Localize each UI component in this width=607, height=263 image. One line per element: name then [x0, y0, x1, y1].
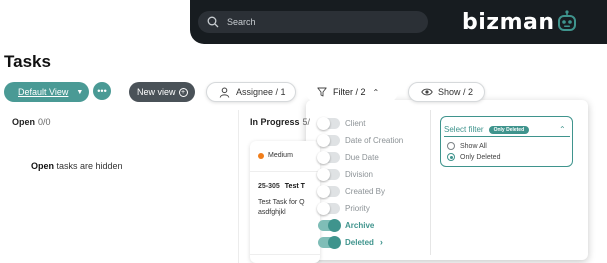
new-view-label: New view [137, 87, 176, 97]
select-filter-box: Select filter Only Deleted ⌃ Show All On… [440, 116, 573, 167]
filter-toggle-client[interactable]: Client [317, 116, 366, 130]
logo-text: bizman [462, 9, 555, 35]
filter-toggle-due-date[interactable]: Due Date [317, 150, 379, 164]
filter-toggle-created-by[interactable]: Created By [317, 184, 386, 198]
toggle-switch[interactable] [317, 201, 340, 215]
view-options-button[interactable]: ••• [93, 82, 111, 100]
filter-toggle-deleted[interactable]: Deleted › [318, 235, 383, 249]
select-underline [444, 136, 570, 137]
task-name: Test T [284, 183, 305, 190]
filter-item-label: Date of Creation [345, 135, 404, 145]
filter-item-label: Client [345, 118, 366, 128]
filter-toggle-archive[interactable]: Archive [318, 218, 375, 232]
filter-item-label: Archive [345, 220, 375, 230]
app-root: bizman Tasks Default View ▼ ••• New view… [0, 0, 607, 263]
radio-only-deleted[interactable]: Only Deleted [447, 153, 500, 161]
column-title: Open [12, 117, 36, 127]
filter-item-label: Priority [345, 203, 370, 213]
radio-label: Show All [460, 142, 487, 150]
task-code: 25-305 [258, 183, 280, 190]
filter-panel-divider [430, 110, 431, 255]
robot-icon [557, 10, 576, 31]
toggle-switch[interactable] [318, 218, 341, 232]
radio-label: Only Deleted [460, 153, 501, 161]
select-filter-label: Select filter [444, 125, 484, 134]
search-input[interactable] [227, 17, 407, 27]
chevron-up-icon: ⌃ [372, 87, 380, 97]
eye-icon [421, 88, 433, 96]
funnel-icon [317, 87, 327, 97]
chevron-up-icon[interactable]: ⌃ [559, 125, 566, 134]
filter-toggle-division[interactable]: Division [317, 167, 374, 181]
filter-item-label: Deleted [345, 237, 374, 247]
search-bar[interactable] [198, 11, 428, 33]
filter-label: Filter / 2 [333, 87, 366, 97]
toggle-switch[interactable] [318, 235, 341, 249]
filter-item-label: Due Date [345, 152, 379, 162]
hidden-status-name: Open [31, 161, 55, 171]
hidden-message-text: tasks are hidden [54, 161, 123, 171]
filter-item-label: Division [345, 169, 374, 179]
divider [250, 254, 320, 255]
task-card[interactable]: Medium 25-305 Test T Test Task for Q asdf… [250, 141, 320, 263]
more-icon: ••• [97, 86, 107, 96]
toggle-switch[interactable] [317, 184, 340, 198]
task-description: Test Task for Q asdfghjkl [258, 198, 305, 218]
divider [250, 171, 320, 172]
default-view-label: Default View [18, 87, 69, 97]
radio-button[interactable] [447, 153, 455, 161]
show-label: Show / 2 [438, 87, 474, 97]
column-header-open: Open 0/0 [12, 117, 51, 127]
assignee-label: Assignee / 1 [236, 87, 286, 97]
radio-button[interactable] [447, 142, 455, 150]
default-view-dropdown[interactable]: Default View ▼ [4, 82, 89, 102]
toggle-switch[interactable] [317, 167, 340, 181]
filter-toggle-date-of-creation[interactable]: Date of Creation [317, 133, 404, 147]
hidden-tasks-message: Open tasks are hidden [31, 161, 123, 171]
page-title: Tasks [4, 52, 51, 71]
filter-item-label: Created By [345, 186, 386, 196]
column-header-in-progress: In Progress 5/ [250, 117, 310, 127]
assignee-filter-button[interactable]: Assignee / 1 [206, 82, 296, 102]
toggle-switch[interactable] [317, 133, 340, 147]
select-filter-dropdown[interactable]: Select filter Only Deleted [444, 125, 530, 134]
brand-logo[interactable]: bizman [462, 8, 578, 36]
toggle-switch[interactable] [317, 150, 340, 164]
priority-dot-icon [258, 152, 264, 159]
column-count: 0/0 [38, 117, 51, 127]
search-icon [207, 16, 219, 28]
column-count: 5/ [302, 117, 311, 127]
filter-toggle-priority[interactable]: Priority [317, 201, 370, 215]
plus-icon: + [178, 87, 188, 97]
column-title: In Progress [250, 117, 300, 127]
selected-filter-badge: Only Deleted [488, 125, 530, 134]
column-divider [238, 110, 239, 263]
chevron-right-icon[interactable]: › [380, 237, 383, 247]
chevron-down-icon: ▼ [76, 88, 84, 96]
task-id: 25-305 Test T [258, 183, 305, 190]
filter-button[interactable]: Filter / 2 ⌃ [306, 82, 398, 102]
toggle-switch[interactable] [317, 116, 340, 130]
description-line: Test Task for Q [258, 199, 305, 206]
new-view-button[interactable]: New view + [129, 82, 195, 102]
priority-label: Medium [268, 152, 293, 159]
description-line: asdfghjkl [258, 209, 286, 216]
show-button[interactable]: Show / 2 [408, 82, 485, 102]
priority-badge: Medium [258, 152, 293, 159]
user-icon [219, 87, 230, 98]
radio-show-all[interactable]: Show All [447, 142, 487, 150]
